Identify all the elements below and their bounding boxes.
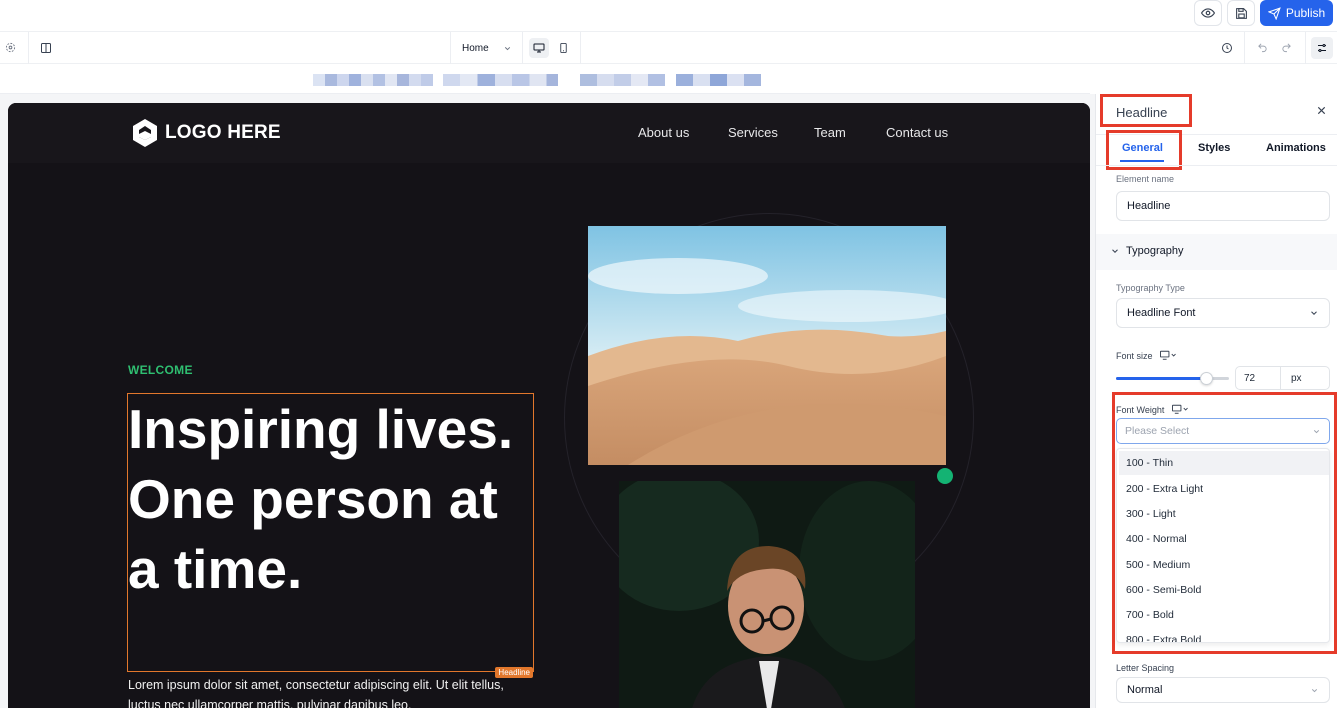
nav-link-services[interactable]: Services (728, 125, 778, 140)
editor-toolbar: Home (0, 32, 1337, 64)
preview-button[interactable] (1194, 0, 1222, 26)
letter-spacing-select[interactable]: Normal (1116, 677, 1330, 703)
font-size-input[interactable]: 72 (1235, 366, 1281, 390)
history-icon[interactable] (1221, 42, 1233, 54)
logo-hexagon-icon (129, 117, 161, 149)
desktop-icon (533, 42, 545, 54)
eye-icon (1201, 6, 1215, 20)
typography-type-label: Typography Type (1116, 283, 1185, 293)
page-select-value: Home (462, 42, 489, 54)
panel-toggle-button[interactable] (1311, 37, 1333, 59)
hero-headline[interactable]: Inspiring lives. One person at a time. (128, 394, 528, 604)
element-name-input[interactable]: Headline (1116, 191, 1330, 221)
option-300[interactable]: 300 - Light (1119, 502, 1329, 526)
letter-spacing-label: Letter Spacing (1116, 663, 1175, 673)
nav-link-about[interactable]: About us (638, 125, 689, 140)
typography-type-select[interactable]: Headline Font (1116, 298, 1330, 328)
font-weight-select[interactable]: Please Select (1116, 418, 1330, 444)
option-800[interactable]: 800 - Extra Bold (1119, 628, 1329, 642)
chevron-down-icon (503, 44, 512, 53)
font-size-slider[interactable] (1116, 372, 1229, 385)
ruler-strip (0, 64, 1090, 94)
letter-spacing-value: Normal (1127, 684, 1163, 696)
save-button[interactable] (1227, 0, 1255, 26)
font-weight-dropdown: 100 - Thin 200 - Extra Light 300 - Light… (1116, 448, 1330, 643)
chevron-down-icon (1310, 686, 1319, 695)
device-icon[interactable] (1172, 404, 1188, 415)
tab-general[interactable]: General (1122, 142, 1163, 154)
logo-text: LOGO HERE (165, 122, 281, 143)
chevron-down-icon (1110, 246, 1120, 256)
element-name-label: Element name (1116, 174, 1175, 184)
mobile-view-button[interactable] (553, 38, 573, 58)
nav-link-contact[interactable]: Contact us (886, 125, 948, 140)
panel-title: Headline (1116, 105, 1168, 120)
section-title: Typography (1126, 245, 1184, 257)
tab-animations[interactable]: Animations (1266, 142, 1326, 154)
save-icon (1235, 7, 1248, 20)
publish-button[interactable]: Publish (1260, 0, 1333, 26)
tab-styles[interactable]: Styles (1198, 142, 1230, 154)
option-700[interactable]: 700 - Bold (1119, 603, 1329, 627)
sliders-icon (1316, 42, 1328, 54)
site-preview: LOGO HERE About us Services Team Contact… (8, 103, 1090, 708)
resize-handle[interactable] (937, 468, 953, 484)
option-400[interactable]: 400 - Normal (1119, 527, 1329, 551)
font-size-unit[interactable]: px (1281, 366, 1330, 390)
desert-image[interactable] (588, 226, 946, 465)
publish-label: Publish (1285, 6, 1326, 20)
chevron-down-icon (1312, 427, 1321, 436)
gear-icon[interactable] (5, 42, 16, 53)
close-icon[interactable] (1316, 105, 1327, 116)
font-weight-label: Font Weight (1116, 405, 1165, 415)
portrait-image[interactable] (619, 481, 915, 708)
redo-icon[interactable] (1281, 42, 1292, 53)
mobile-icon (558, 42, 569, 54)
hero-paragraph[interactable]: Lorem ipsum dolor sit amet, consectetur … (128, 675, 538, 708)
undo-icon[interactable] (1257, 42, 1268, 53)
font-size-label: Font size (1116, 351, 1153, 361)
typography-type-value: Headline Font (1127, 307, 1196, 319)
option-100[interactable]: 100 - Thin (1119, 451, 1329, 475)
properties-panel: Headline General Styles Animations Eleme… (1095, 94, 1337, 708)
option-500[interactable]: 500 - Medium (1119, 553, 1329, 577)
nav-link-team[interactable]: Team (814, 125, 846, 140)
device-icon[interactable] (1160, 350, 1176, 361)
desktop-view-button[interactable] (529, 38, 549, 58)
site-header: LOGO HERE About us Services Team Contact… (8, 103, 1090, 163)
top-bar: Publish (0, 0, 1337, 32)
option-200[interactable]: 200 - Extra Light (1119, 477, 1329, 501)
font-weight-placeholder: Please Select (1125, 425, 1190, 437)
site-logo[interactable]: LOGO HERE (129, 117, 281, 149)
columns-icon[interactable] (40, 42, 52, 54)
chevron-down-icon (1309, 308, 1319, 318)
send-icon (1267, 6, 1281, 20)
welcome-label: WELCOME (128, 363, 193, 377)
option-600[interactable]: 600 - Semi-Bold (1119, 578, 1329, 602)
active-tab-indicator (1120, 160, 1164, 162)
selected-headline[interactable]: Inspiring lives. One person at a time. H… (127, 393, 534, 678)
page-select[interactable]: Home (452, 32, 522, 64)
